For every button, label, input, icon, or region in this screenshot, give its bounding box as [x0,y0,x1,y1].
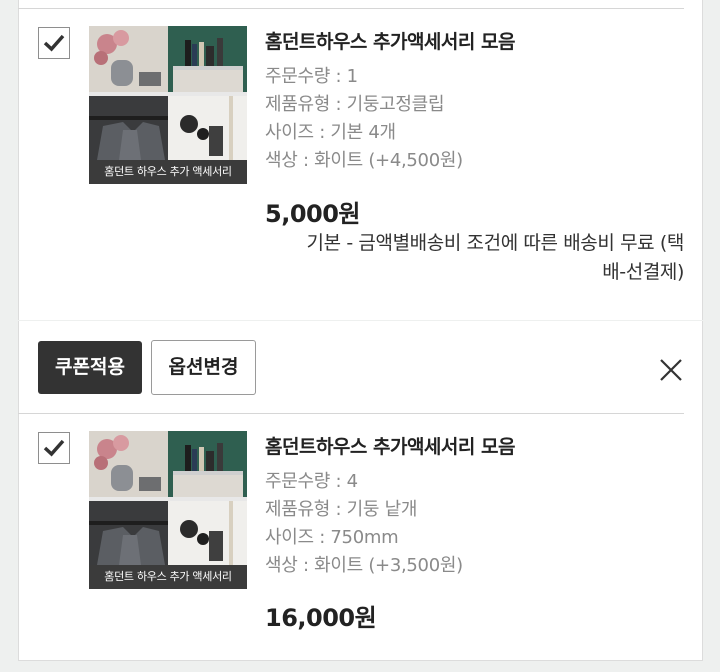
item-price: 16,000원 [265,604,377,632]
item-price: 5,000원 [265,200,361,228]
option-color: 색상 : 화이트 (+3,500원) [265,555,463,576]
check-icon [43,34,65,52]
shipping-line: 배-선결제) [602,261,684,283]
product-name[interactable]: 홈던트하우스 추가액세서리 모음 [265,27,515,54]
close-icon[interactable] [656,355,686,385]
option-color: 색상 : 화이트 (+4,500원) [265,150,463,171]
item-checkbox[interactable] [38,432,70,464]
item-checkbox[interactable] [38,27,70,59]
divider [18,8,684,9]
option-size: 사이즈 : 기본 4개 [265,122,396,143]
coupon-apply-button[interactable]: 쿠폰적용 [38,341,142,394]
option-quantity: 주문수량 : 4 [265,471,358,492]
divider [18,413,684,414]
thumbnail-caption: 홈던트 하우스 추가 액세서리 [89,565,247,589]
product-thumbnail[interactable]: 홈던트 하우스 추가 액세서리 [89,26,247,184]
check-icon [43,439,65,457]
product-name[interactable]: 홈던트하우스 추가액세서리 모음 [265,432,515,459]
shipping-line: 기본 - 금액별배송비 조건에 따른 배송비 무료 (택 [306,232,685,254]
product-thumbnail[interactable]: 홈던트 하우스 추가 액세서리 [89,431,247,589]
option-quantity: 주문수량 : 1 [265,66,358,87]
option-change-button[interactable]: 옵션변경 [151,340,256,395]
option-type: 제품유형 : 기둥 낱개 [265,499,418,520]
option-size: 사이즈 : 750mm [265,527,399,548]
shipping-info: 기본 - 금액별배송비 조건에 따른 배송비 무료 (택 배-선결제) [244,229,685,287]
option-type: 제품유형 : 기둥고정클립 [265,94,445,115]
thumbnail-caption: 홈던트 하우스 추가 액세서리 [89,160,247,184]
